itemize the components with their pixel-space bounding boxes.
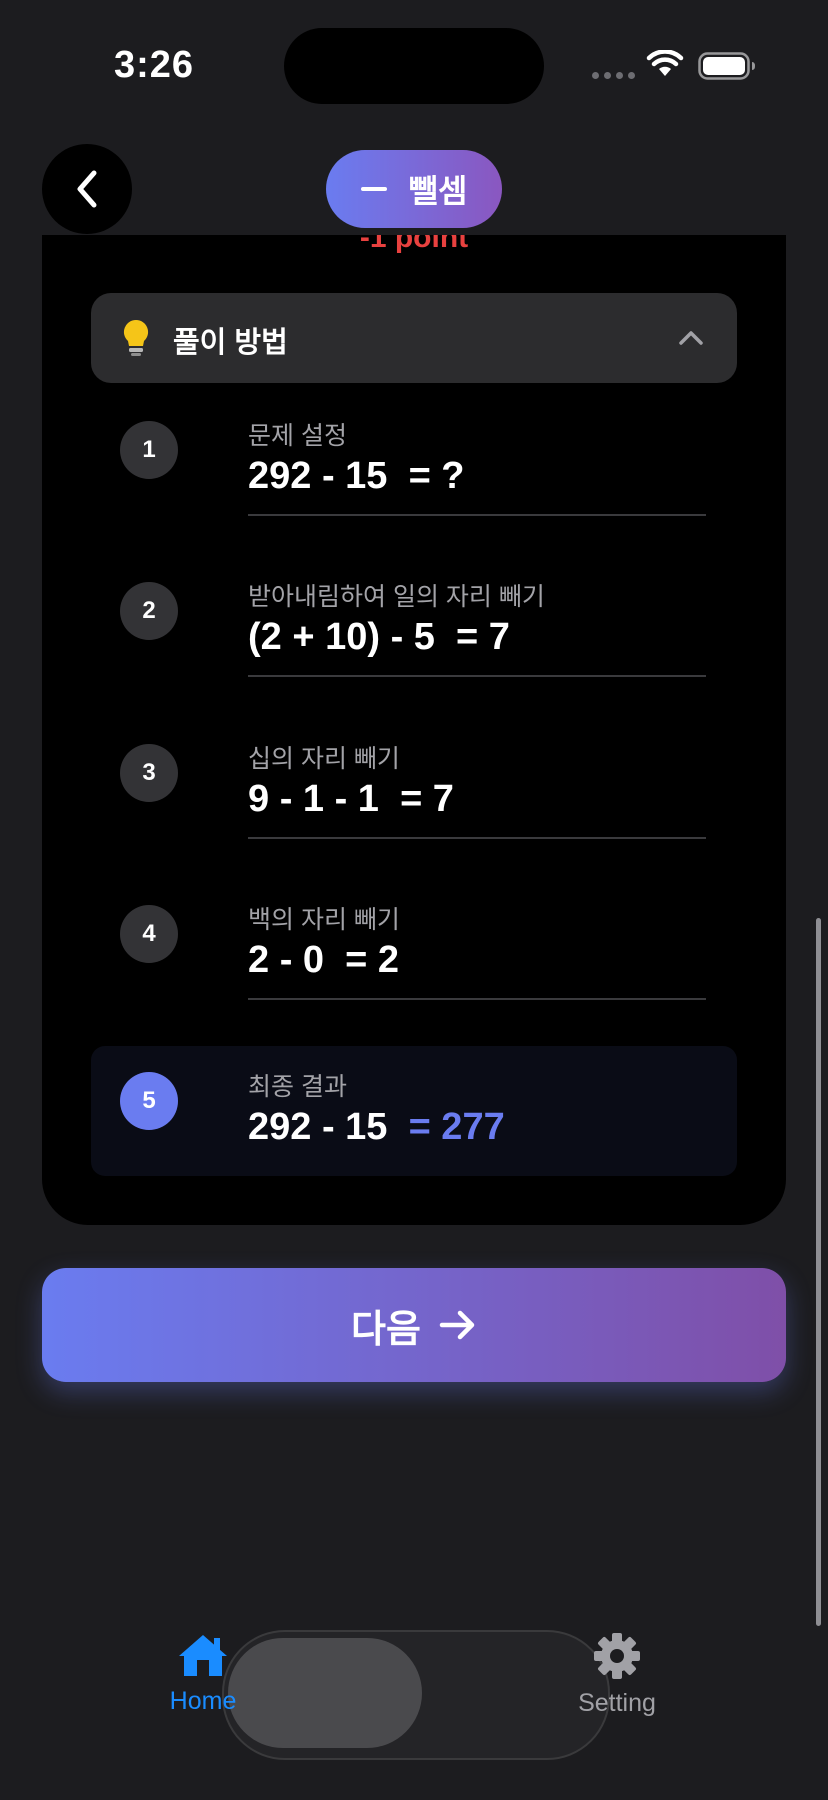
- back-button[interactable]: [42, 144, 132, 234]
- solution-step: 1 문제 설정 292 - 15 = ?: [91, 395, 737, 525]
- next-button-label: 다음: [351, 1308, 421, 1351]
- step-expression: 292 - 15 = 277: [248, 1106, 505, 1148]
- final-result-step: 5 최종 결과 292 - 15 = 277: [91, 1046, 737, 1176]
- step-expression: (2 + 10) - 5 = 7: [248, 616, 510, 658]
- final-answer: = 277: [408, 1106, 505, 1148]
- accordion-title: 풀이 방법: [173, 327, 288, 359]
- dynamic-island: [284, 28, 544, 104]
- status-time: 3:26: [114, 44, 195, 86]
- step-label: 십의 자리 빼기: [248, 745, 400, 773]
- gear-icon: [594, 1633, 640, 1679]
- solution-step: 4 백의 자리 빼기 2 - 0 = 2: [91, 879, 737, 1009]
- solution-card: -1 point 풀이 방법 1 문제 설정 292 - 15 = ? 2 받아…: [42, 235, 786, 1225]
- step-expression: 9 - 1 - 1 = 7: [248, 778, 454, 820]
- battery-icon: [698, 52, 755, 80]
- chevron-up-icon: [679, 331, 703, 345]
- chevron-left-icon: [77, 170, 97, 208]
- step-number-badge: 5: [120, 1072, 178, 1130]
- step-number-badge: 2: [120, 582, 178, 640]
- minus-icon: [360, 187, 387, 191]
- status-bar: 3:26: [0, 0, 828, 130]
- step-result: = ?: [408, 455, 465, 497]
- next-button[interactable]: 다음: [42, 1268, 786, 1382]
- tab-setting[interactable]: Setting: [572, 1632, 662, 1718]
- lightbulb-icon: [123, 319, 149, 356]
- cellular-signal-icon: [592, 72, 635, 79]
- divider: [248, 998, 706, 1000]
- step-label: 최종 결과: [248, 1073, 347, 1101]
- step-result: = 7: [456, 616, 510, 658]
- mode-label: 뺄셈: [408, 173, 468, 209]
- step-expression: 292 - 15 = ?: [248, 455, 465, 497]
- point-penalty-text: -1 point: [359, 235, 469, 254]
- step-expression: 2 - 0 = 2: [248, 939, 400, 981]
- arrow-right-icon: [439, 1310, 475, 1340]
- divider: [248, 837, 706, 839]
- tab-label-setting: Setting: [578, 1689, 656, 1717]
- step-label: 백의 자리 빼기: [248, 906, 400, 934]
- step-number-badge: 1: [120, 421, 178, 479]
- step-label: 문제 설정: [248, 422, 347, 450]
- tab-home[interactable]: Home: [166, 1632, 240, 1716]
- step-result: = 2: [345, 939, 400, 981]
- divider: [248, 675, 706, 677]
- solution-step: 2 받아내림하여 일의 자리 빼기 (2 + 10) - 5 = 7: [91, 556, 737, 686]
- solution-method-accordion[interactable]: 풀이 방법: [91, 293, 737, 383]
- chevron-up-icon: [725, 293, 726, 294]
- solution-step: 3 십의 자리 빼기 9 - 1 - 1 = 7: [91, 718, 737, 848]
- divider: [248, 514, 706, 516]
- step-label: 받아내림하여 일의 자리 빼기: [248, 583, 545, 611]
- wifi-icon: [646, 50, 684, 76]
- step-number-badge: 3: [120, 744, 178, 802]
- scrollbar[interactable]: [816, 918, 821, 1626]
- step-result: = 7: [400, 778, 454, 820]
- operation-mode-pill: 뺄셈: [326, 150, 502, 228]
- house-icon: [179, 1635, 227, 1676]
- step-number-badge: 4: [120, 905, 178, 963]
- tab-label-home: Home: [169, 1687, 237, 1715]
- tab-selection-handle[interactable]: [228, 1638, 422, 1748]
